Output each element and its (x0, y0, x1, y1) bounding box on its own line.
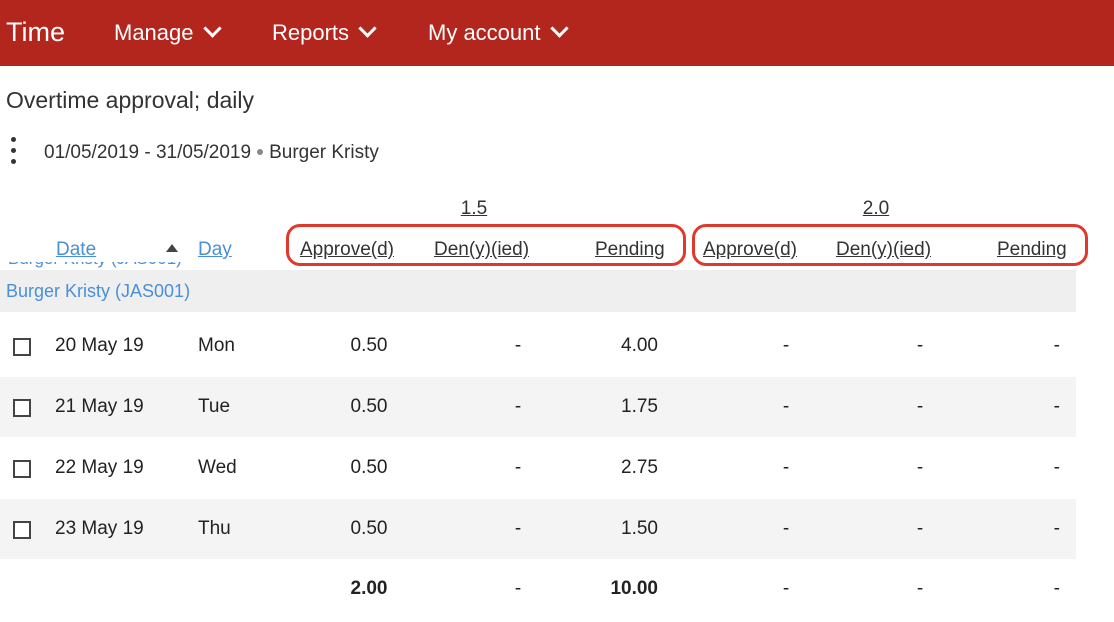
group-header-2-0[interactable]: 2.0 (836, 197, 916, 221)
sort-ascending-icon[interactable] (166, 244, 178, 252)
employee-filter: Burger Kristy (269, 142, 379, 163)
total-pending-1-5: 10.00 (610, 578, 658, 599)
chevron-down-icon (202, 19, 222, 38)
row-denied-1-5: - (514, 518, 522, 539)
row-checkbox[interactable] (13, 521, 31, 539)
row-day: Thu (198, 518, 231, 539)
date-range: 01/05/2019 - 31/05/2019 (44, 142, 252, 163)
row-day: Tue (198, 396, 231, 417)
row-pending-2-0: - (1053, 335, 1060, 356)
row-approved-1-5: 0.50 (350, 518, 388, 539)
app-brand[interactable]: Time (6, 16, 65, 48)
nav-reports-label: Reports (272, 20, 350, 45)
chevron-down-icon (549, 19, 569, 38)
chevron-down-icon (358, 19, 377, 38)
table-row: 21 May 19 Tue 0.50 - 1.75 - - - (0, 377, 1076, 437)
row-date: 22 May 19 (55, 457, 144, 478)
total-pending-2-0: - (1053, 578, 1060, 599)
more-options-icon[interactable] (9, 137, 17, 169)
highlight-outline-2-0 (692, 224, 1088, 266)
row-approved-2-0: - (782, 457, 790, 478)
row-approved-2-0: - (782, 518, 790, 539)
row-approved-1-5: 0.50 (350, 457, 388, 478)
row-pending-2-0: - (1053, 518, 1060, 539)
kebab-dot (10, 159, 16, 164)
row-denied-2-0: - (916, 335, 924, 356)
total-denied-2-0: - (916, 578, 924, 599)
row-day: Mon (198, 335, 235, 356)
kebab-dot (10, 148, 16, 153)
row-approved-1-5: 0.50 (350, 335, 388, 356)
row-approved-2-0: - (782, 396, 790, 417)
row-day: Wed (198, 457, 237, 478)
nav-manage-label: Manage (114, 20, 194, 45)
row-denied-2-0: - (916, 396, 924, 417)
row-pending-1-5: 1.75 (621, 396, 658, 417)
employee-group-label[interactable]: Burger Kristy (JAS001) (6, 280, 190, 302)
row-denied-1-5: - (514, 396, 522, 417)
row-checkbox[interactable] (13, 338, 31, 356)
nav-reports-menu[interactable]: Reports (272, 19, 377, 46)
row-pending-2-0: - (1053, 396, 1060, 417)
highlight-outline-1-5 (286, 224, 686, 266)
row-date: 20 May 19 (55, 335, 144, 356)
top-navigation-bar: Time Manage Reports My account (0, 0, 1114, 66)
group-header-1-5[interactable]: 1.5 (434, 197, 514, 221)
row-denied-1-5: - (514, 335, 522, 356)
row-denied-1-5: - (514, 457, 522, 478)
row-denied-2-0: - (916, 457, 924, 478)
table-row: 23 May 19 Thu 0.50 - 1.50 - - - (0, 499, 1076, 559)
row-approved-1-5: 0.50 (350, 396, 388, 417)
column-header-day[interactable]: Day (198, 238, 232, 262)
table-row: 22 May 19 Wed 0.50 - 2.75 - - - (0, 438, 1076, 498)
row-date: 21 May 19 (55, 396, 144, 417)
nav-manage-menu[interactable]: Manage (114, 19, 222, 46)
row-date: 23 May 19 (55, 518, 144, 539)
totals-row: 2.00 - 10.00 - - - (0, 559, 1076, 619)
row-approved-2-0: - (782, 335, 790, 356)
row-pending-1-5: 4.00 (621, 335, 658, 356)
row-pending-2-0: - (1053, 457, 1060, 478)
row-denied-2-0: - (916, 518, 924, 539)
kebab-dot (10, 137, 16, 142)
total-denied-1-5: - (514, 578, 522, 599)
row-pending-1-5: 1.50 (621, 518, 658, 539)
row-checkbox[interactable] (13, 460, 31, 478)
total-approved-1-5: 2.00 (350, 578, 388, 599)
page-title: Overtime approval; daily (6, 87, 254, 113)
nav-my-account-label: My account (428, 20, 541, 45)
row-pending-1-5: 2.75 (621, 457, 658, 478)
row-checkbox[interactable] (13, 399, 31, 417)
group-row-label-ghost: Burger Kristy (JAS001) (8, 262, 238, 272)
table-row: 20 May 19 Mon 0.50 - 4.00 - - - (0, 316, 1076, 376)
separator-dot (257, 149, 264, 155)
nav-my-account-menu[interactable]: My account (428, 19, 569, 46)
column-header-date[interactable]: Date (56, 238, 96, 262)
total-approved-2-0: - (782, 578, 790, 599)
filter-summary: 01/05/2019 - 31/05/2019 Burger Kristy (44, 141, 379, 165)
